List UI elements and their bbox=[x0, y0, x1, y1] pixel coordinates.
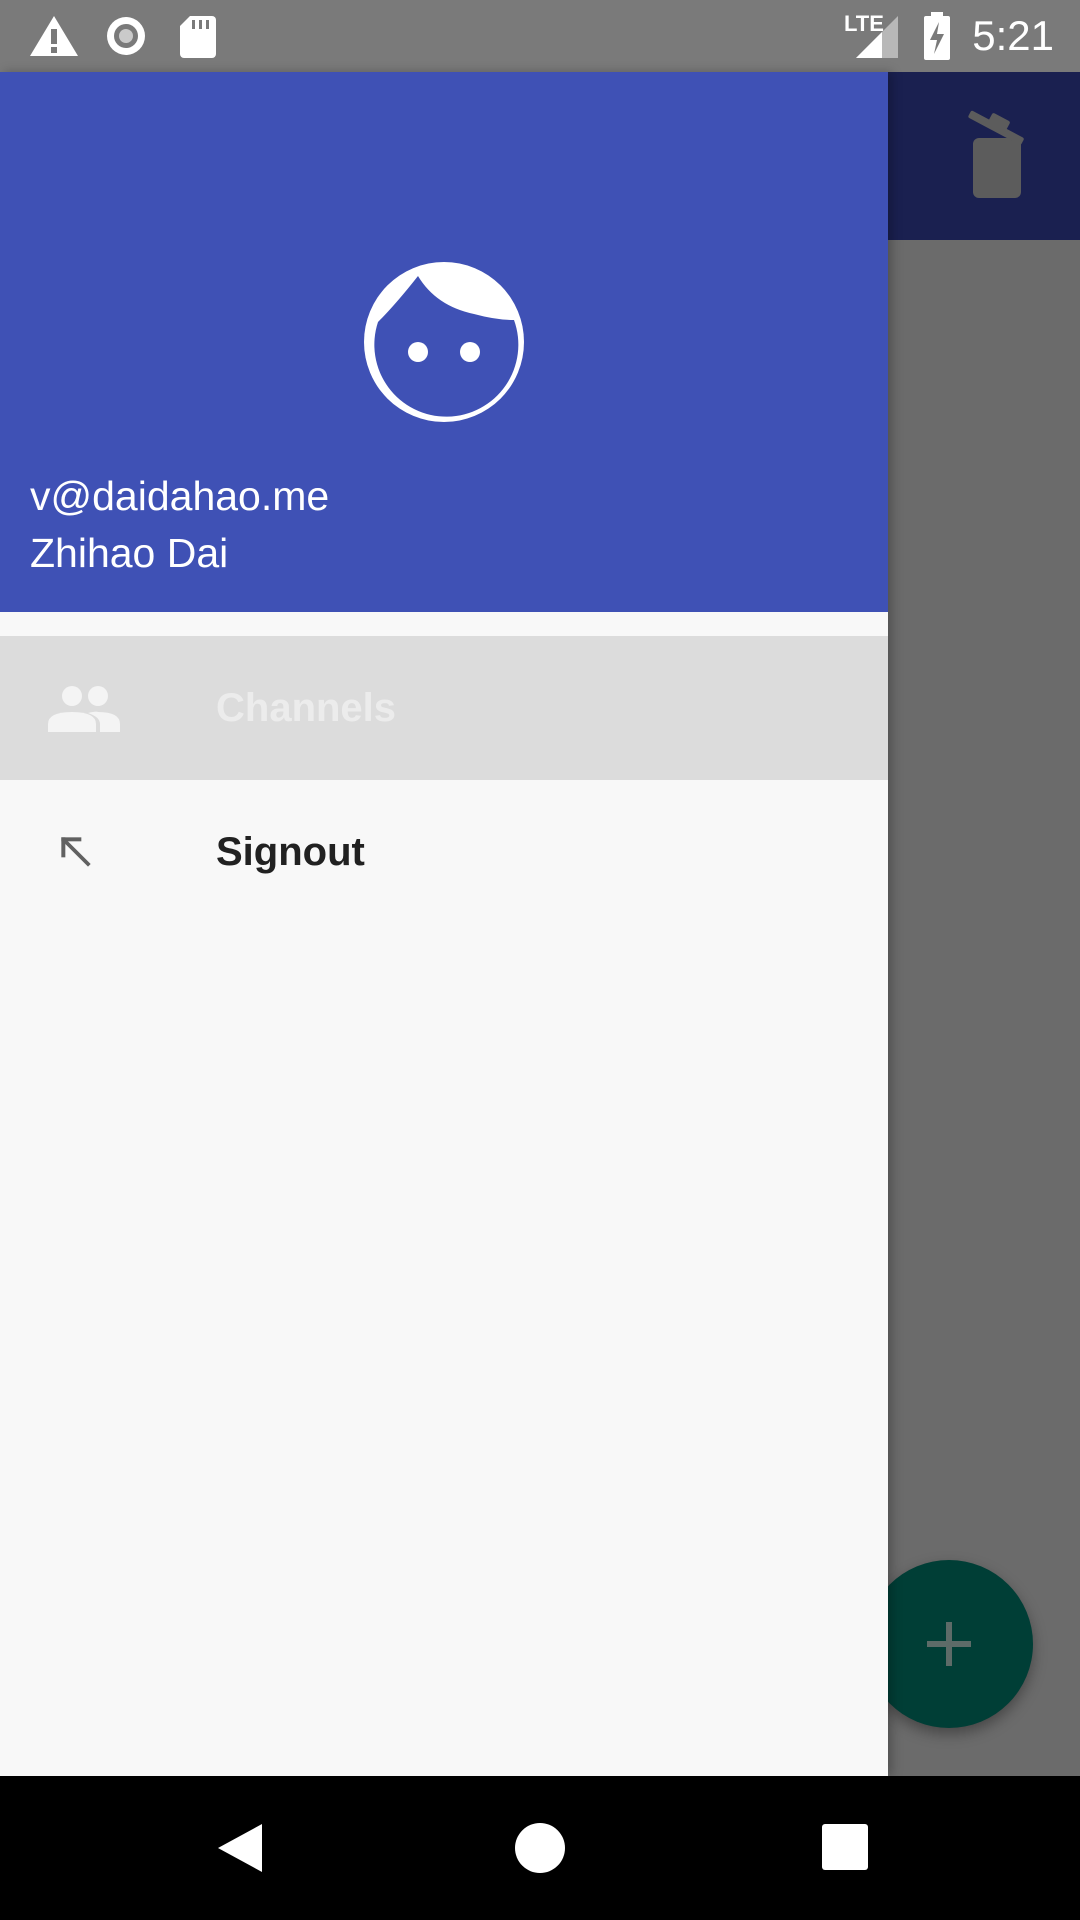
drawer-header: v@daidahao.me Zhihao Dai bbox=[0, 72, 888, 612]
system-nav-bar bbox=[0, 1776, 1080, 1920]
home-icon[interactable] bbox=[510, 1818, 570, 1878]
add-icon bbox=[927, 1622, 971, 1666]
status-bar: LTE 5:21 bbox=[0, 0, 1080, 72]
clock: 5:21 bbox=[972, 12, 1054, 59]
sync-icon bbox=[107, 17, 145, 55]
sd-card-icon bbox=[180, 16, 216, 58]
warning-icon bbox=[30, 16, 78, 56]
face-icon[interactable] bbox=[356, 254, 532, 430]
user-email: v@daidahao.me bbox=[30, 473, 330, 519]
drawer-item-signout[interactable]: Signout bbox=[0, 780, 888, 924]
arrow-up-left-icon bbox=[61, 837, 91, 867]
drawer-item-label: Channels bbox=[216, 686, 397, 730]
drawer-item-channels[interactable]: Channels bbox=[0, 636, 888, 780]
recents-icon[interactable] bbox=[816, 1818, 876, 1878]
user-name: Zhihao Dai bbox=[30, 530, 229, 576]
battery-charging-icon bbox=[924, 12, 950, 60]
back-icon[interactable] bbox=[210, 1818, 270, 1878]
add-fab-button[interactable] bbox=[865, 1560, 1033, 1728]
lte-signal-icon bbox=[856, 16, 898, 58]
delete-icon[interactable] bbox=[965, 110, 1029, 200]
people-icon bbox=[48, 686, 120, 732]
drawer-item-label: Signout bbox=[216, 830, 365, 874]
navigation-drawer: v@daidahao.me Zhihao Dai Channels Signou… bbox=[0, 72, 888, 1776]
